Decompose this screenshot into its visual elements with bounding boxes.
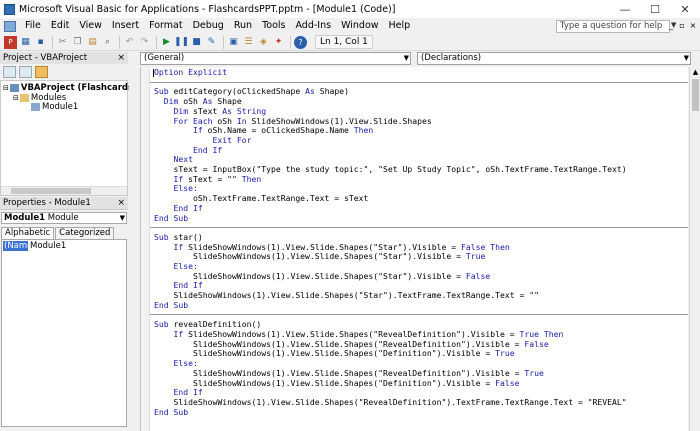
properties-icon[interactable]: ☰ [242,36,255,49]
vba-app-icon [4,3,15,15]
copy-icon[interactable]: ❐ [71,36,84,49]
toolbar-divider [119,35,120,49]
object-select-value: (General) [144,53,185,63]
mdi-restore-button[interactable]: ▫ [677,20,687,31]
code-text[interactable]: Option Explicit Sub editCategory(oClicke… [154,67,627,417]
breakpoint-margin[interactable] [141,67,150,431]
excel-view-icon[interactable]: P [4,35,17,49]
menu-edit[interactable]: Edit [46,18,74,34]
property-row[interactable]: (Name) Module1 [3,241,66,251]
toolbar-divider [290,35,291,49]
title-bar: Microsoft Visual Basic for Applications … [0,0,700,18]
procedure-select[interactable]: (Declarations) ▼ [417,52,691,65]
mdi-close-button[interactable]: × [688,20,698,31]
code-window-header: (General) ▼ (Declarations) ▼ [140,52,695,66]
window-title: Microsoft Visual Basic for Applications … [19,3,396,15]
folder-icon [19,94,29,102]
break-icon[interactable]: ❚❚ [174,36,189,49]
toolbar-divider [156,35,157,49]
properties-tabs: Alphabetic Categorized [1,227,115,239]
project-panel-toolbar [0,64,128,80]
menu-add-ins[interactable]: Add-Ins [290,18,336,34]
properties-object-select[interactable]: Module1 Module ▼ [1,212,127,224]
reset-icon[interactable]: ■ [190,36,203,49]
tree-item-module1[interactable]: Module1 [31,102,78,112]
cut-icon[interactable]: ✂ [56,36,69,49]
scrollbar-thumb[interactable] [11,188,91,194]
toolbar-divider [223,35,224,49]
code-vertical-scrollbar[interactable]: ▲ [689,67,700,431]
menu-view[interactable]: View [74,18,107,34]
project-icon [9,84,19,92]
module-label: Module1 [42,102,79,112]
standard-toolbar: P ▦ ▪ ✂ ❐ ▤ ⌕ ↶ ↷ ▶ ❚❚ ■ ✎ ▣ ☰ ◈ ✦ ? Ln … [0,34,700,51]
menu-window[interactable]: Window [336,18,383,34]
project-tree-scrollbar[interactable] [1,186,127,195]
properties-panel-title-text: Properties - Module1 [3,198,91,208]
module-icon [31,103,40,111]
tab-alphabetic[interactable]: Alphabetic [1,227,55,239]
chevron-down-icon[interactable]: ▼ [684,53,689,64]
menu-help[interactable]: Help [384,18,416,34]
design-mode-icon[interactable]: ✎ [205,36,218,49]
menu-debug[interactable]: Debug [188,18,229,34]
project-tree: ⊟ VBAProject (FlashcardsPPT.pp ⊟ Modules… [0,80,165,196]
system-menu-icon[interactable] [4,20,16,32]
properties-grid: (Name) Module1 [1,239,127,427]
save-icon[interactable]: ▪ [34,36,47,49]
paste-icon[interactable]: ▤ [86,36,99,49]
tab-categorized[interactable]: Categorized [55,227,115,239]
toolbox-icon[interactable]: ✦ [272,36,285,49]
chevron-down-icon[interactable]: ▼ [404,53,409,64]
project-explorer-icon[interactable]: ▣ [227,36,240,49]
procedure-select-value: (Declarations) [421,53,482,63]
redo-icon[interactable]: ↷ [138,36,151,49]
properties-object-name: Module1 [4,213,46,223]
run-icon[interactable]: ▶ [160,36,173,49]
toolbar-divider [52,35,53,49]
collapse-icon[interactable]: ⊟ [3,84,9,92]
panel-splitter[interactable] [129,52,139,431]
minimize-button[interactable]: — [610,0,640,18]
property-name: (Name) [3,241,36,251]
help-icon[interactable]: ? [294,35,307,49]
maximize-button[interactable]: ☐ [640,0,670,18]
menu-format[interactable]: Format [144,18,187,34]
view-code-icon[interactable] [3,66,16,78]
properties-panel-close-button[interactable]: × [117,197,125,210]
object-browser-icon[interactable]: ◈ [257,36,270,49]
cursor-position-readout: Ln 1, Col 1 [315,35,373,49]
insert-module-icon[interactable]: ▦ [19,36,32,49]
mdi-controls: _ ▫ × [665,20,698,31]
project-panel-title-text: Project - VBAProject [3,53,88,63]
properties-object-type: Module [47,213,79,223]
object-select[interactable]: (General) ▼ [140,52,411,65]
view-object-icon[interactable] [19,66,32,78]
help-search-input[interactable]: Type a question for help [556,20,670,33]
chevron-down-icon[interactable]: ▼ [120,213,125,223]
menu-tools[interactable]: Tools [257,18,290,34]
toggle-folders-icon[interactable] [35,66,48,78]
find-icon[interactable]: ⌕ [101,36,114,49]
scroll-up-icon[interactable]: ▲ [690,67,700,77]
menu-bar: File Edit View Insert Format Debug Run T… [0,18,700,34]
code-editor[interactable]: Option Explicit Sub editCategory(oClicke… [140,67,688,431]
undo-icon[interactable]: ↶ [123,36,136,49]
mdi-minimize-button[interactable]: _ [666,20,676,31]
collapse-icon[interactable]: ⊟ [13,94,19,102]
menu-insert[interactable]: Insert [107,18,144,34]
menu-run[interactable]: Run [229,18,257,34]
property-value[interactable]: Module1 [28,241,66,251]
scrollbar-thumb[interactable] [692,79,699,111]
properties-panel-title: Properties - Module1 × [0,197,128,210]
close-button[interactable]: ✕ [670,0,700,18]
menu-file[interactable]: File [20,18,46,34]
